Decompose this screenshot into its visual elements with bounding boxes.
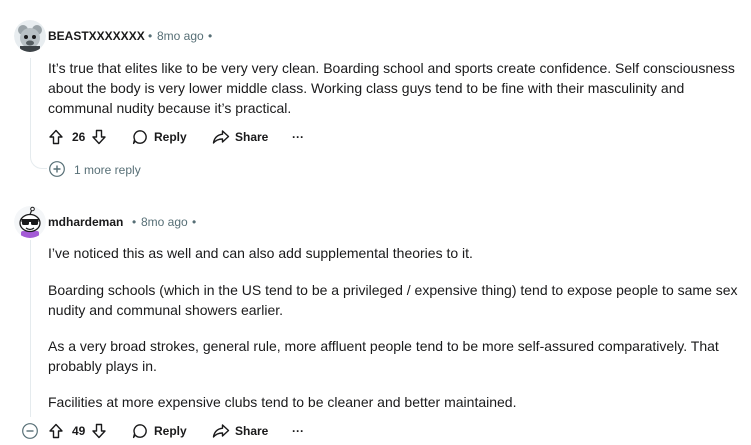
more-options-button[interactable]: ··· <box>292 127 304 147</box>
speech-bubble-icon <box>132 129 148 145</box>
more-options-button[interactable]: ··· <box>292 421 304 441</box>
comment-timestamp[interactable]: 8mo ago <box>141 215 188 229</box>
reply-button[interactable]: Reply <box>132 127 187 147</box>
comment-timestamp[interactable]: 8mo ago <box>157 29 204 43</box>
upvote-arrow-icon[interactable] <box>48 129 64 145</box>
thread-line[interactable] <box>30 240 31 417</box>
thread-line[interactable] <box>30 58 31 158</box>
comment-body-paragraph: Boarding schools (which in the US tend t… <box>48 282 738 318</box>
separator-dot: • <box>192 215 197 229</box>
speech-bubble-icon <box>132 423 148 439</box>
thread-connector <box>30 152 47 169</box>
reply-label: Reply <box>154 424 187 438</box>
downvote-arrow-icon[interactable] <box>91 423 107 439</box>
comment-author[interactable]: BEASTXXXXXXX <box>48 29 145 43</box>
separator-dot: • <box>208 29 213 43</box>
more-options-label: ··· <box>292 130 304 144</box>
reply-button[interactable]: Reply <box>132 421 187 441</box>
plus-circle-icon <box>48 160 66 181</box>
more-replies-link[interactable]: 1 more reply <box>48 160 141 180</box>
upvote-arrow-icon[interactable] <box>48 423 64 439</box>
separator-dot: • <box>132 215 137 229</box>
comment-body-paragraph: I’ve noticed this as well and can also a… <box>48 245 473 261</box>
share-label: Share <box>235 424 269 438</box>
comment-body-paragraph: Facilities at more expensive clubs tend … <box>48 394 517 410</box>
more-replies-label: 1 more reply <box>74 163 141 177</box>
vote-count: 26 <box>72 130 86 144</box>
vote-controls: 49 <box>48 421 107 441</box>
vote-count: 49 <box>72 424 86 438</box>
share-button[interactable]: Share <box>212 127 268 147</box>
downvote-arrow-icon[interactable] <box>91 129 107 145</box>
more-options-label: ··· <box>292 424 304 438</box>
collapse-thread-button[interactable] <box>21 422 39 440</box>
avatar[interactable] <box>14 20 46 52</box>
share-label: Share <box>235 130 269 144</box>
reply-label: Reply <box>154 130 187 144</box>
vote-controls: 26 <box>48 127 107 147</box>
comment-author[interactable]: mdhardeman <box>48 215 123 229</box>
share-arrow-icon <box>212 423 230 439</box>
minus-circle-icon <box>21 423 39 444</box>
separator-dot: • <box>148 29 153 43</box>
share-button[interactable]: Share <box>212 421 268 441</box>
comment-body: It’s true that elites like to be very ve… <box>48 60 735 116</box>
avatar[interactable] <box>14 206 46 238</box>
share-arrow-icon <box>212 129 230 145</box>
comment-body-paragraph: As a very broad strokes, general rule, m… <box>48 338 719 374</box>
